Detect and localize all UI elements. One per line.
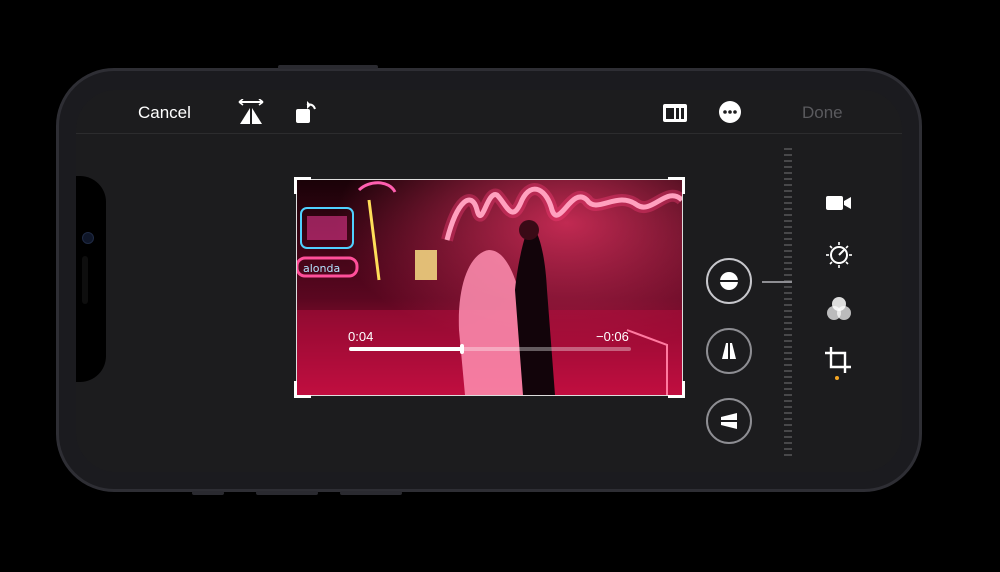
ruler-tick xyxy=(784,220,792,222)
ruler-tick xyxy=(784,232,792,234)
ruler-tick xyxy=(784,238,792,240)
video-scrubber[interactable] xyxy=(349,344,631,354)
crop-icon[interactable] xyxy=(825,347,851,373)
more-icon[interactable] xyxy=(719,101,741,123)
phone-volume-button xyxy=(340,491,402,495)
ruler-tick xyxy=(784,370,792,372)
ruler-tick xyxy=(784,358,792,360)
ruler-tick xyxy=(784,454,792,456)
remaining-time: −0:06 xyxy=(596,329,629,344)
ruler-tick xyxy=(784,196,792,198)
ruler-tick xyxy=(784,166,792,168)
vertical-perspective-button[interactable] xyxy=(706,328,752,374)
ruler-tick xyxy=(784,388,792,390)
phone-side-button xyxy=(278,65,378,69)
horizontal-perspective-icon xyxy=(719,413,739,429)
ruler-tick xyxy=(784,304,792,306)
straighten-icon xyxy=(718,272,740,290)
notch xyxy=(76,176,106,382)
ruler-tick xyxy=(784,292,792,294)
vertical-perspective-icon xyxy=(722,341,736,361)
phone-volume-button xyxy=(256,491,318,495)
ruler-tick xyxy=(784,298,792,300)
scrubber-playhead[interactable] xyxy=(459,344,464,354)
ruler-tick xyxy=(784,442,792,444)
horizontal-perspective-button[interactable] xyxy=(706,398,752,444)
straighten-button[interactable] xyxy=(706,258,752,304)
ruler-tick xyxy=(784,172,792,174)
angle-ruler[interactable] xyxy=(784,148,792,460)
ruler-tick xyxy=(784,376,792,378)
adjust-icon[interactable] xyxy=(826,242,852,268)
ruler-tick xyxy=(784,178,792,180)
ruler-tick xyxy=(784,310,792,312)
ruler-tick xyxy=(784,334,792,336)
toolbar-divider xyxy=(76,133,902,134)
ruler-tick xyxy=(784,430,792,432)
flip-icon[interactable] xyxy=(237,99,265,125)
ruler-tick xyxy=(784,214,792,216)
ruler-tick xyxy=(784,286,792,288)
svg-text:alonda: alonda xyxy=(303,262,340,275)
ruler-tick xyxy=(784,154,792,156)
video-frame-image: alonda xyxy=(297,180,682,395)
ruler-tick xyxy=(784,346,792,348)
active-tool-indicator xyxy=(835,376,839,380)
ruler-tick xyxy=(784,262,792,264)
front-camera xyxy=(82,232,94,244)
ruler-tick xyxy=(784,364,792,366)
ruler-tick xyxy=(784,244,792,246)
ruler-tick xyxy=(784,256,792,258)
done-button[interactable]: Done xyxy=(802,103,843,123)
elapsed-time: 0:04 xyxy=(348,329,374,344)
ruler-tick xyxy=(784,418,792,420)
ruler-indicator xyxy=(762,281,792,283)
phone-volume-button xyxy=(192,491,224,495)
ruler-tick xyxy=(784,322,792,324)
ruler-tick xyxy=(784,274,792,276)
rotate-icon[interactable] xyxy=(295,99,319,125)
ruler-tick xyxy=(784,352,792,354)
speaker-grille xyxy=(82,256,88,304)
ruler-tick xyxy=(784,268,792,270)
video-icon[interactable] xyxy=(826,194,852,212)
ruler-tick xyxy=(784,250,792,252)
aspect-ratio-icon[interactable] xyxy=(662,103,688,123)
ruler-tick xyxy=(784,382,792,384)
ruler-tick xyxy=(784,406,792,408)
ruler-tick xyxy=(784,328,792,330)
ruler-tick xyxy=(784,184,792,186)
ruler-tick xyxy=(784,424,792,426)
video-preview[interactable]: alonda xyxy=(297,180,682,395)
ruler-tick xyxy=(784,316,792,318)
scrubber-progress xyxy=(349,347,462,351)
filters-icon[interactable] xyxy=(826,296,852,322)
ruler-tick xyxy=(784,160,792,162)
cancel-button[interactable]: Cancel xyxy=(138,103,191,123)
ruler-tick xyxy=(784,208,792,210)
ruler-tick xyxy=(784,400,792,402)
ruler-tick xyxy=(784,448,792,450)
ruler-tick xyxy=(784,202,792,204)
ruler-tick xyxy=(784,412,792,414)
ruler-tick xyxy=(784,394,792,396)
ruler-tick xyxy=(784,226,792,228)
ruler-tick xyxy=(784,190,792,192)
ruler-tick xyxy=(784,340,792,342)
ruler-tick xyxy=(784,436,792,438)
ruler-tick xyxy=(784,148,792,150)
